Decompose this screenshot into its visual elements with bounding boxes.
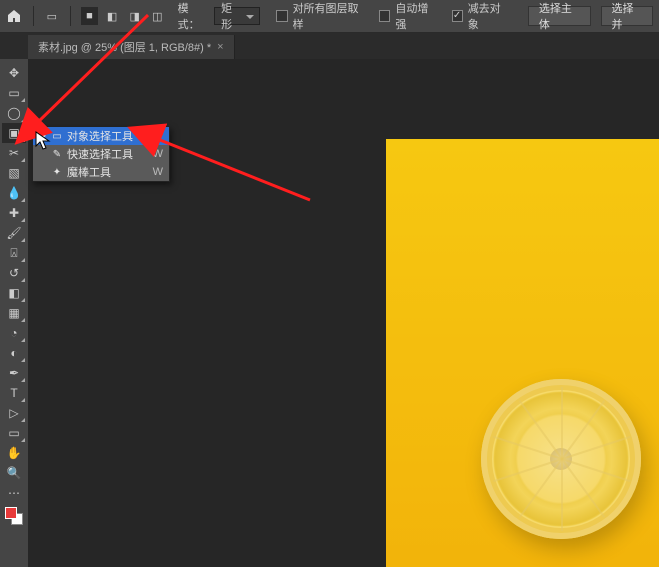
selection-new-icon[interactable]: ■ bbox=[81, 7, 98, 25]
tool-brush[interactable]: 🖌 bbox=[2, 223, 26, 243]
checkbox-icon bbox=[379, 10, 390, 22]
object-select-icon: ▭ bbox=[49, 131, 65, 142]
document-tab-bar: 素材.jpg @ 25% (图层 1, RGB/8#) * × bbox=[0, 33, 659, 59]
magic-wand-icon: ✦ bbox=[49, 167, 65, 178]
flyout-shortcut: W bbox=[149, 148, 163, 160]
subtract-object-checkbox[interactable]: 减去对象 bbox=[452, 0, 508, 32]
tool-move[interactable]: ✥ bbox=[2, 63, 26, 83]
selected-marker-icon: • bbox=[39, 130, 49, 142]
tool-blur[interactable]: ◔ bbox=[2, 323, 26, 343]
tool-spot-heal[interactable]: ✚ bbox=[2, 203, 26, 223]
document-image bbox=[386, 139, 659, 567]
select-subject-button[interactable]: 选择主体 bbox=[528, 6, 591, 26]
flyout-object-select[interactable]: • ▭ 对象选择工具 W bbox=[33, 127, 169, 145]
lemon-slice bbox=[481, 379, 641, 539]
flyout-label: 魔棒工具 bbox=[65, 164, 149, 180]
auto-enhance-label: 自动增强 bbox=[395, 0, 435, 32]
flyout-label: 快速选择工具 bbox=[65, 146, 149, 162]
sample-all-layers-checkbox[interactable]: 对所有图层取样 bbox=[276, 0, 363, 32]
home-icon[interactable] bbox=[6, 7, 23, 25]
checkbox-icon bbox=[452, 10, 463, 22]
tool-object-select[interactable]: ▣ bbox=[2, 123, 26, 143]
tool-marquee[interactable]: ▭ bbox=[2, 83, 26, 103]
tool-hand[interactable]: ✋ bbox=[2, 443, 26, 463]
auto-enhance-checkbox[interactable]: 自动增强 bbox=[379, 0, 435, 32]
tool-pen[interactable]: ✒ bbox=[2, 363, 26, 383]
tab-title: 素材.jpg @ 25% (图层 1, RGB/8#) * bbox=[38, 39, 211, 55]
tool-crop[interactable]: ✂ bbox=[2, 143, 26, 163]
checkbox-icon bbox=[276, 10, 287, 22]
mode-label: 模式： bbox=[178, 0, 208, 32]
selection-subtract-icon[interactable]: ◨ bbox=[126, 7, 143, 25]
tool-frame[interactable]: ▧ bbox=[2, 163, 26, 183]
tool-flyout-menu: • ▭ 对象选择工具 W ✎ 快速选择工具 W ✦ 魔棒工具 W bbox=[32, 126, 170, 182]
color-swatch[interactable] bbox=[5, 507, 23, 525]
selection-intersect-icon[interactable]: ◫ bbox=[149, 7, 166, 25]
selection-add-icon[interactable]: ◧ bbox=[104, 7, 121, 25]
tool-history-brush[interactable]: ↺ bbox=[2, 263, 26, 283]
subtract-label: 减去对象 bbox=[468, 0, 508, 32]
flyout-quick-select[interactable]: ✎ 快速选择工具 W bbox=[33, 145, 169, 163]
tool-dodge[interactable]: ◐ bbox=[2, 343, 26, 363]
options-bar: ▭ ■ ◧ ◨ ◫ 模式： 矩形 对所有图层取样 自动增强 减去对象 选择主体 … bbox=[0, 0, 659, 33]
tools-panel: ✥ ▭ ◯ ▣ ✂ ▧ 💧 ✚ 🖌 ⍓ ↺ ◧ ▦ ◔ ◐ ✒ T ▷ ▭ ✋ … bbox=[0, 59, 28, 567]
quick-select-icon: ✎ bbox=[49, 149, 65, 160]
tool-path-select[interactable]: ▷ bbox=[2, 403, 26, 423]
flyout-label: 对象选择工具 bbox=[65, 128, 149, 144]
tool-zoom[interactable]: 🔍 bbox=[2, 463, 26, 483]
tool-eyedropper[interactable]: 💧 bbox=[2, 183, 26, 203]
flyout-shortcut: W bbox=[149, 130, 163, 142]
select-and-mask-button[interactable]: 选择并 bbox=[601, 6, 653, 26]
flyout-magic-wand[interactable]: ✦ 魔棒工具 W bbox=[33, 163, 169, 181]
tool-gradient[interactable]: ▦ bbox=[2, 303, 26, 323]
mode-value: 矩形 bbox=[221, 0, 241, 32]
flyout-shortcut: W bbox=[149, 166, 163, 178]
document-tab[interactable]: 素材.jpg @ 25% (图层 1, RGB/8#) * × bbox=[28, 35, 235, 59]
sample-all-label: 对所有图层取样 bbox=[293, 0, 364, 32]
tool-misc[interactable]: ⋯ bbox=[2, 483, 26, 503]
foreground-color-icon bbox=[5, 507, 17, 519]
tool-stamp[interactable]: ⍓ bbox=[2, 243, 26, 263]
tool-eraser[interactable]: ◧ bbox=[2, 283, 26, 303]
close-icon[interactable]: × bbox=[217, 41, 223, 53]
active-tool-icon[interactable]: ▭ bbox=[44, 7, 61, 25]
tool-type[interactable]: T bbox=[2, 383, 26, 403]
mode-dropdown[interactable]: 矩形 bbox=[214, 7, 260, 25]
tool-lasso[interactable]: ◯ bbox=[2, 103, 26, 123]
tool-rectangle[interactable]: ▭ bbox=[2, 423, 26, 443]
